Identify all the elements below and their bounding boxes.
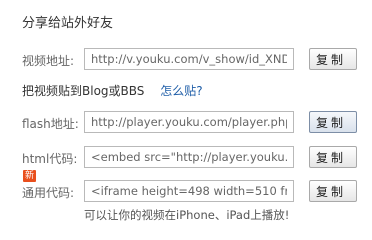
universal-code-input[interactable] <box>84 180 294 202</box>
video-url-label: 视频地址: <box>22 54 75 68</box>
universal-code-row: 通用代码: 复制 <box>0 180 372 204</box>
flash-label: flash地址: <box>22 117 79 131</box>
copy-universal-code-button[interactable]: 复制 <box>309 180 357 202</box>
how-to-embed-link[interactable]: 怎么贴? <box>160 84 202 98</box>
embed-section-label: 把视频贴到Blog或BBS <box>22 84 145 98</box>
video-url-input[interactable] <box>84 48 294 70</box>
share-heading: 分享给站外好友 <box>22 16 114 31</box>
embed-section-title: 把视频贴到Blog或BBS 怎么贴? <box>22 82 203 99</box>
video-url-row: 视频地址: 复制 <box>0 48 372 72</box>
copy-flash-button[interactable]: 复制 <box>309 111 357 133</box>
html-code-label: html代码: <box>22 152 78 166</box>
flash-row: flash地址: 复制 <box>0 111 372 135</box>
universal-code-label: 通用代码: <box>22 186 75 200</box>
copy-video-url-button[interactable]: 复制 <box>309 48 357 70</box>
iphone-ipad-note: 可以让你的视频在iPhone、iPad上播放! <box>84 208 290 222</box>
flash-url-input[interactable] <box>84 111 294 133</box>
copy-html-code-button[interactable]: 复制 <box>309 146 357 168</box>
html-code-input[interactable] <box>84 146 294 168</box>
html-code-row: html代码: 复制 <box>0 146 372 170</box>
